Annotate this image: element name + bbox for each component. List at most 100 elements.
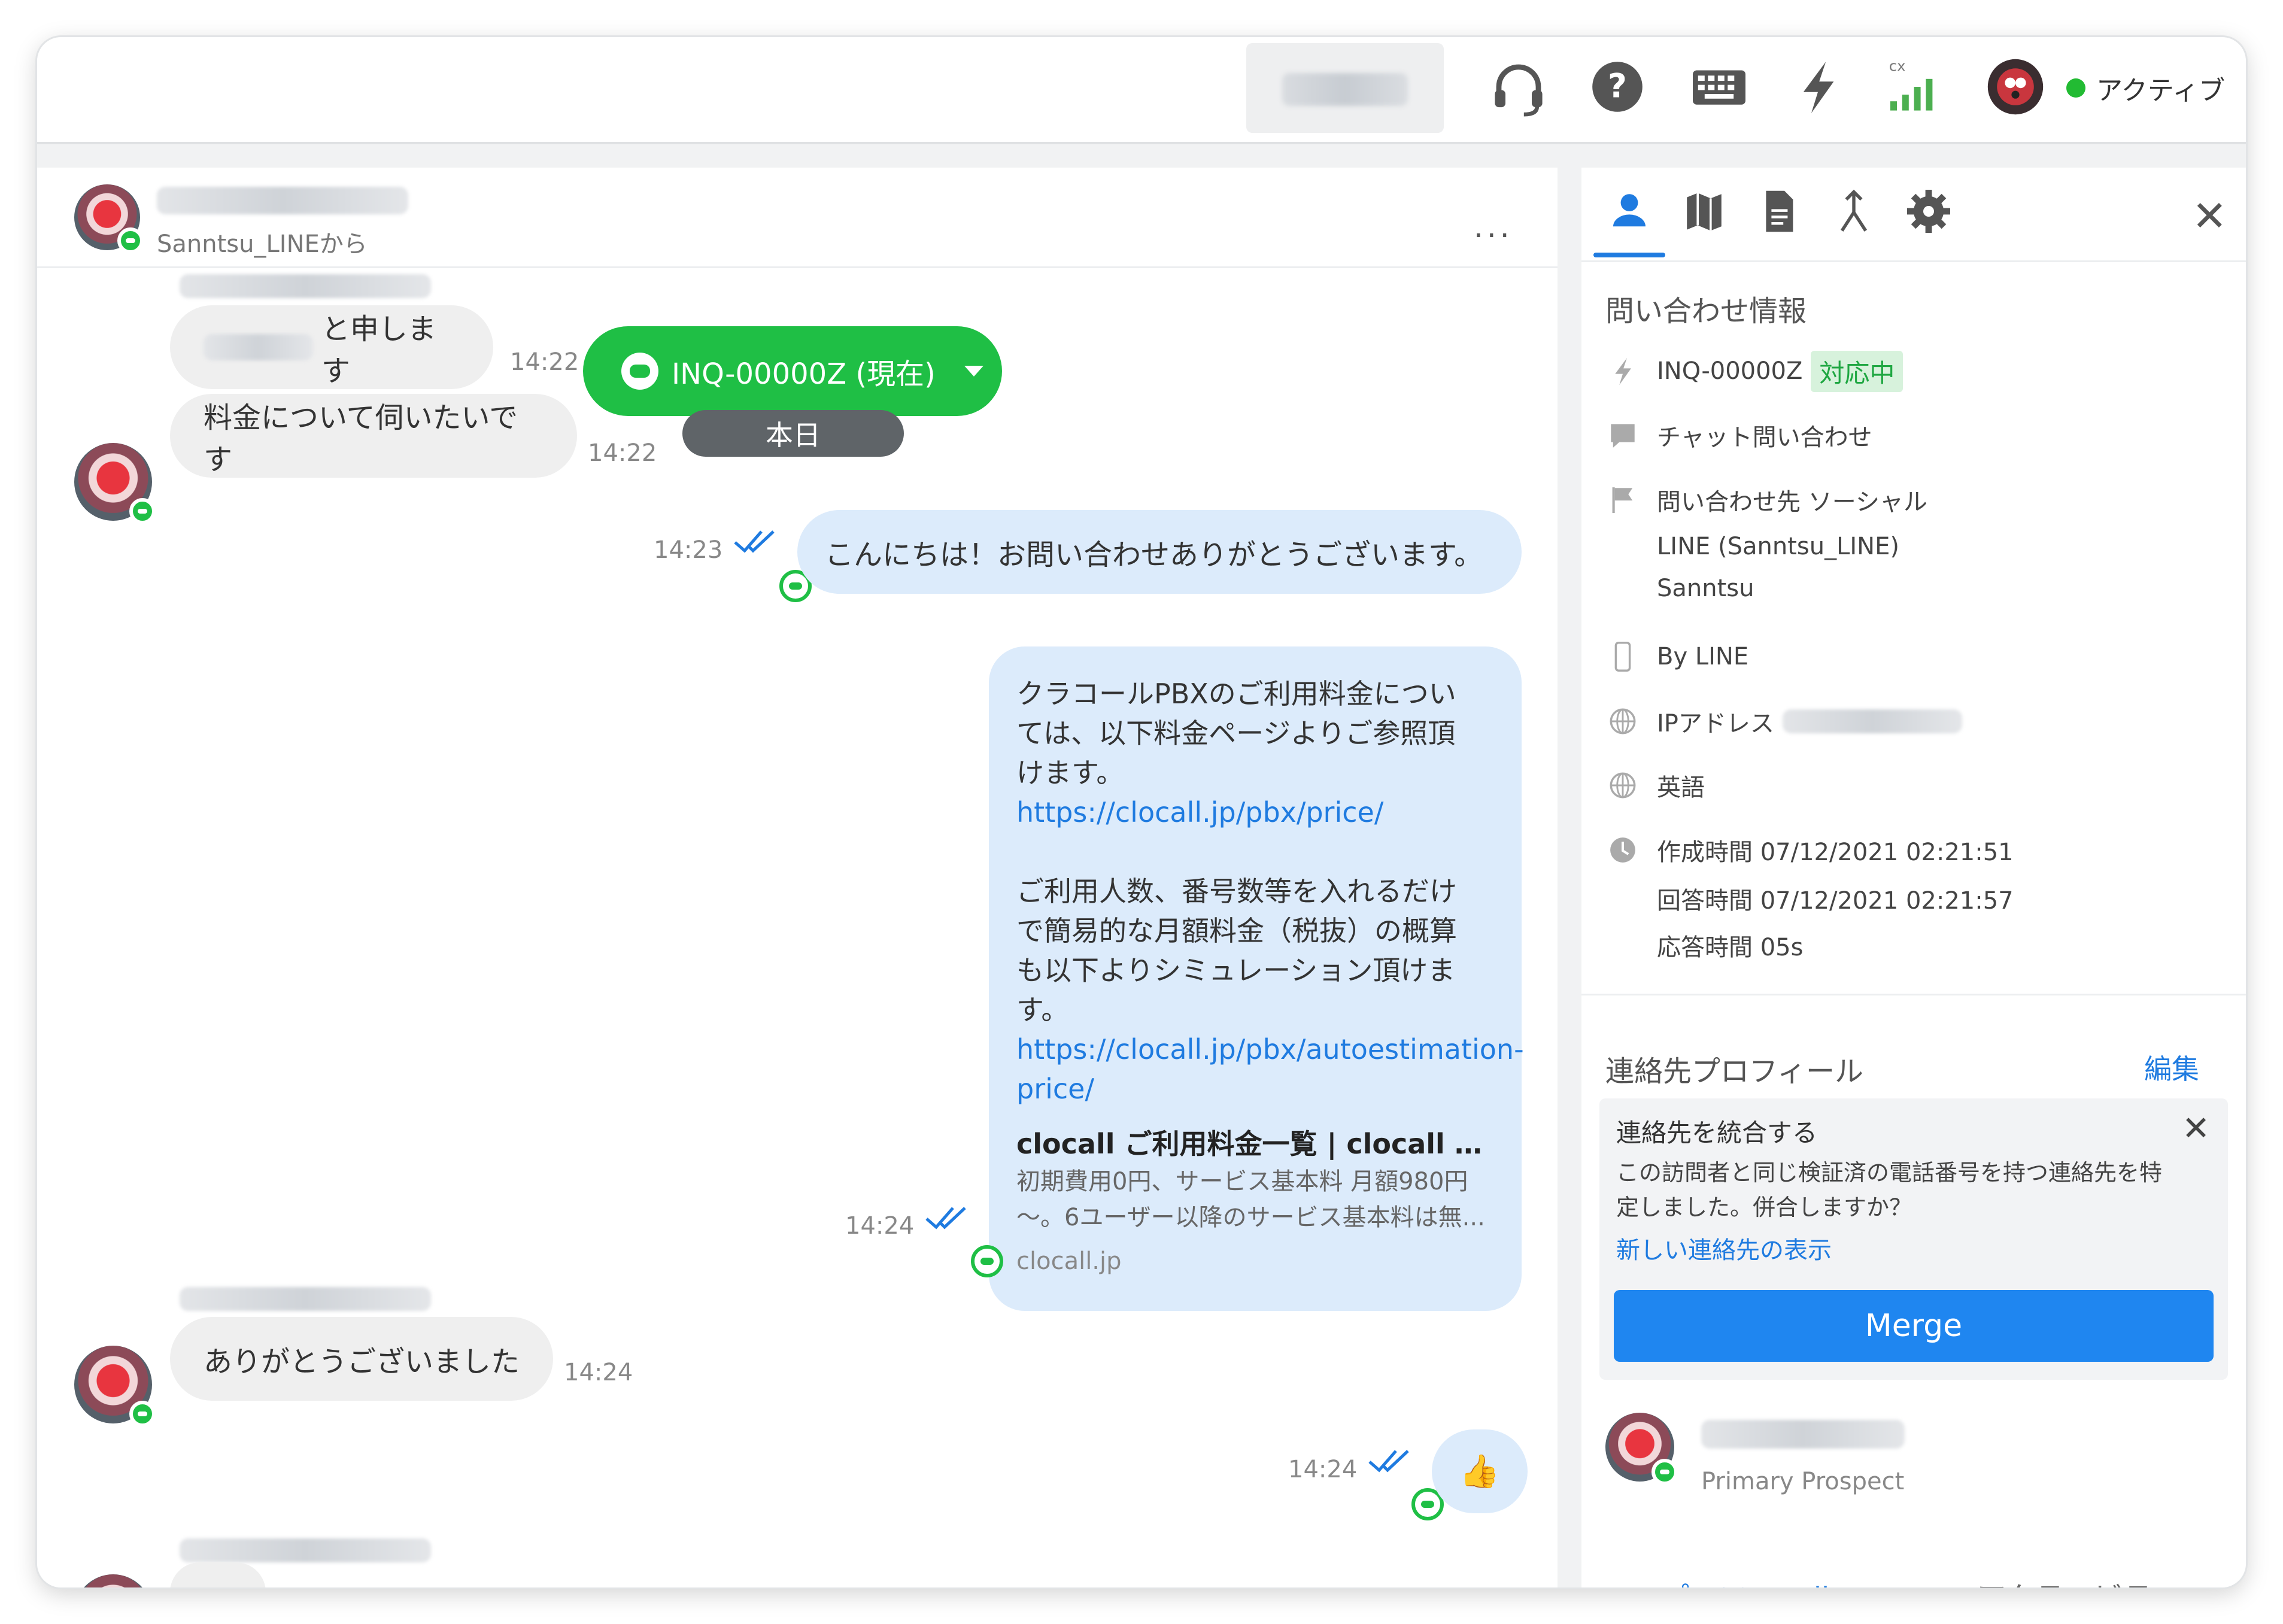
edit-profile-link[interactable]: 編集	[2144, 1048, 2199, 1087]
message-text: こんにちは！お問い合わせありがとうございます。	[825, 538, 1483, 572]
avatar-icon[interactable]	[1983, 54, 2048, 120]
message-text: ありがとうございました	[204, 1345, 520, 1379]
signal-label: cx	[1889, 58, 1906, 75]
chat-type-row: チャット問い合わせ	[1605, 414, 1872, 456]
message-bubble-in: ありがとうございました	[170, 1317, 553, 1401]
message-time: 14:22	[510, 348, 579, 376]
tab-profile[interactable]: プロフィール	[1659, 1574, 1838, 1587]
inquiry-info-title: 問い合わせ情報	[1605, 295, 1807, 328]
blurred-visitor-name	[157, 187, 408, 214]
line-badge-icon	[129, 1401, 156, 1427]
inquiry-selector[interactable]: INQ-00000Z (現在)	[583, 326, 1002, 416]
message-bubble-out: こんにちは！お問い合わせありがとうございます。	[797, 510, 1522, 594]
panel-tab-bar: ✕	[1581, 168, 2246, 262]
map-tab-icon[interactable]	[1677, 184, 1731, 238]
merge-card-text-line: この訪問者と同じ検証済の電話番号を持つ連絡先を特	[1616, 1159, 2163, 1186]
settings-tab-icon[interactable]	[1902, 184, 1956, 238]
read-receipt-icon	[925, 1207, 966, 1230]
line-badge-icon	[1651, 1459, 1678, 1485]
phone-icon	[1605, 639, 1640, 674]
globe-icon	[1605, 704, 1640, 739]
inquiry-id-row: INQ-00000Z 対応中	[1605, 350, 1903, 392]
more-options-button[interactable]: ...	[1474, 210, 1513, 244]
by-line-row: By LINE	[1605, 636, 1748, 678]
document-tab-icon[interactable]	[1752, 184, 1806, 238]
ip-label: IPアドレス	[1657, 710, 1774, 737]
status-label: アクティブ	[2096, 75, 2226, 106]
blurred-contact-name	[1701, 1420, 1905, 1449]
message-bubble-in: 料金について伺いたいです	[170, 394, 577, 478]
date-separator: 本日	[682, 410, 904, 457]
status-dot	[2066, 78, 2085, 98]
line-icon	[621, 353, 658, 390]
estimation-link[interactable]: https://clocall.jp/pbx/autoestimation-	[1016, 1030, 1524, 1069]
inquiry-selector-label: INQ-00000Z (現在)	[672, 357, 936, 391]
language-row: 英語	[1605, 764, 1705, 806]
merge-card-text-line: 定しました。併合しますか？	[1616, 1194, 1912, 1221]
link-preview-description: 初期費用0円、サービス基本料 月額980円	[1016, 1168, 1468, 1195]
price-link[interactable]: https://clocall.jp/pbx/price/	[1016, 793, 1494, 832]
channel-source: LINE (Sanntsu_LINE)	[1657, 533, 1899, 560]
link-preview-description: ～。6ユーザー以降のサービス基本料は無...	[1016, 1204, 1485, 1231]
headset-icon[interactable]	[1486, 54, 1552, 120]
clock-icon	[1605, 833, 1640, 867]
merge-card-title: 連絡先を統合する	[1616, 1118, 1818, 1148]
app-window: ? cx アクティブ Sanntsu_LINEから ... と申します 14:2…	[37, 37, 2246, 1587]
contact-profile-title: 連絡先プロフィール	[1605, 1055, 1864, 1088]
active-tab-indicator	[1593, 253, 1665, 257]
language: 英語	[1657, 774, 1705, 802]
status-indicator[interactable]: アクティブ	[2066, 61, 2225, 115]
chat-icon	[1605, 418, 1640, 453]
blurred-user-button[interactable]	[1246, 43, 1444, 133]
help-icon[interactable]: ?	[1584, 54, 1650, 120]
tab-activity[interactable]: アクティビティ	[1977, 1574, 2181, 1587]
contact-tab-icon[interactable]	[1602, 184, 1656, 238]
inquiry-status-badge: 対応中	[1811, 350, 1903, 392]
chat-pane: Sanntsu_LINEから ... と申します 14:22 INQ-00000…	[37, 168, 1558, 1587]
channel-label: 問い合わせ先 ソーシャル	[1657, 488, 1927, 516]
chat-header: Sanntsu_LINEから ...	[37, 168, 1558, 268]
link-preview-domain: clocall.jp	[1016, 1247, 1122, 1275]
link-preview-title[interactable]: clocall ご利用料金一覧 | clocall 【 ...	[1016, 1124, 1494, 1164]
visitor-avatar[interactable]	[74, 1346, 156, 1427]
message-bubble-in	[170, 1562, 266, 1587]
channel-row: 問い合わせ先 ソーシャル	[1605, 479, 1927, 521]
message-time: 14:24	[845, 1212, 915, 1240]
globe-icon	[1605, 768, 1640, 803]
line-badge-icon	[117, 227, 144, 254]
created-time: 作成時間 07/12/2021 02:21:51	[1657, 839, 2014, 866]
blurred-sender-name	[180, 1538, 431, 1562]
visitor-avatar[interactable]	[74, 184, 144, 254]
contact-avatar[interactable]	[1605, 1413, 1678, 1485]
message-text: 料金について伺いたいです	[204, 401, 518, 476]
chat-type: チャット問い合わせ	[1657, 424, 1872, 451]
answered-time: 回答時間 07/12/2021 02:21:57	[1657, 887, 2014, 915]
close-icon[interactable]: ✕	[2182, 1109, 2210, 1148]
message-text: クラコールPBXのご利用料金につい	[1016, 678, 1456, 710]
message-bubble-in: と申します	[170, 305, 493, 389]
merge-contacts-card: 連絡先を統合する ✕ この訪問者と同じ検証済の電話番号を持つ連絡先を特 定しまし…	[1599, 1098, 2228, 1380]
blurred-sender-name	[180, 1287, 431, 1311]
message-time: 14:22	[588, 439, 657, 467]
bolt-icon	[1605, 354, 1640, 388]
blurred-text	[204, 334, 313, 360]
close-panel-icon[interactable]: ✕	[2192, 192, 2227, 241]
merge-tab-icon[interactable]	[1827, 184, 1881, 238]
response-time: 応答時間 05s	[1657, 934, 1804, 961]
by-line: By LINE	[1657, 643, 1749, 670]
visitor-avatar[interactable]	[74, 1574, 152, 1587]
merge-button[interactable]: Merge	[1614, 1290, 2214, 1362]
message-text: す。	[1016, 994, 1069, 1026]
estimation-link[interactable]: price/	[1016, 1069, 1494, 1109]
signal-icon: cx	[1884, 54, 1950, 120]
visitor-avatar[interactable]	[74, 443, 156, 524]
read-receipt-icon	[1368, 1450, 1409, 1473]
line-badge-icon	[971, 1245, 1003, 1277]
message-time: 14:24	[564, 1359, 633, 1386]
svg-text:?: ?	[1608, 67, 1627, 105]
keyboard-icon[interactable]	[1686, 54, 1752, 120]
message-text: けます。	[1016, 757, 1124, 789]
bolt-icon[interactable]	[1785, 54, 1851, 120]
channel-account: Sanntsu	[1657, 575, 1754, 602]
view-new-contact-link[interactable]: 新しい連絡先の表示	[1616, 1231, 2211, 1265]
